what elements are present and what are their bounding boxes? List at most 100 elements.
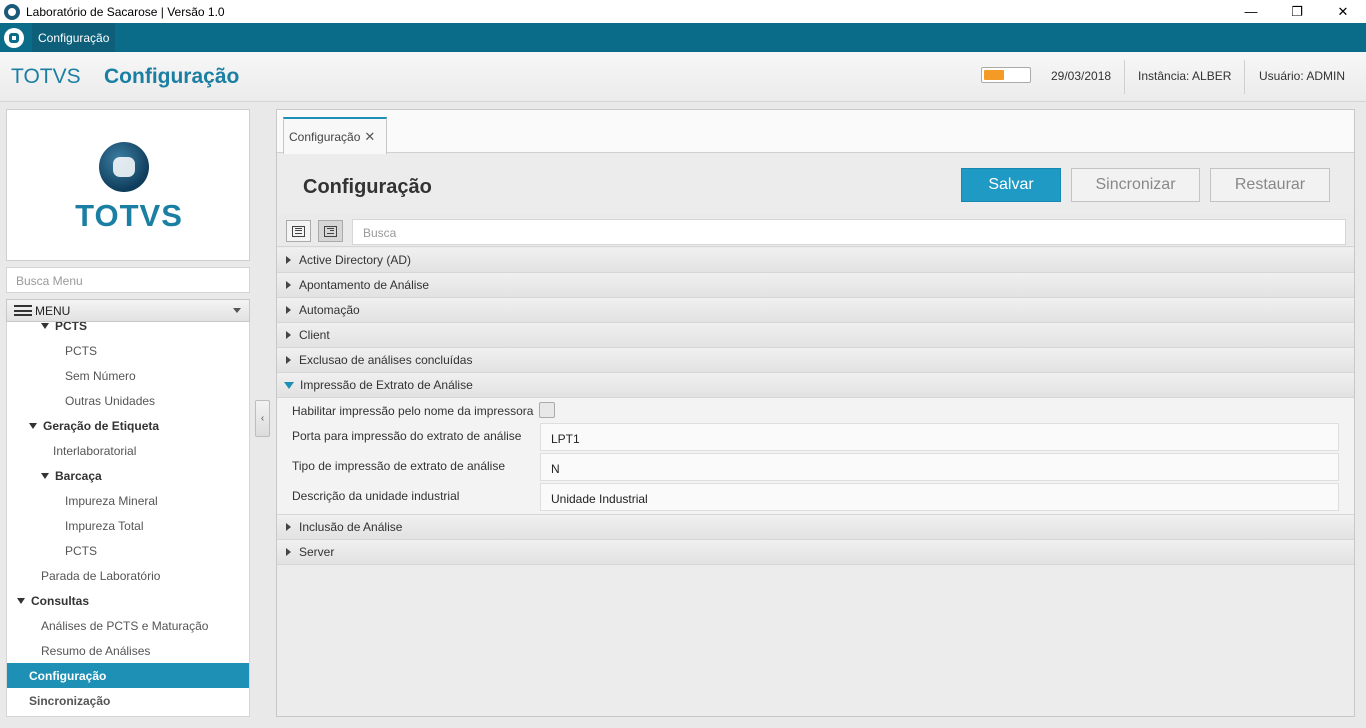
menu-search-input[interactable]: Busca Menu [6,267,250,293]
caret-right-icon [286,356,291,364]
menu-label: MENU [35,303,71,318]
print-by-name-checkbox[interactable] [539,402,555,418]
sidebar-item-label: Impureza Total [65,518,144,533]
industrial-unit-input[interactable]: Unidade Industrial [540,483,1339,511]
sidebar-item[interactable]: Resumo de Análises [7,638,249,663]
print-type-input[interactable]: N [540,453,1339,481]
sidebar-item[interactable]: PCTS [7,538,249,563]
config-section[interactable]: Server [277,540,1354,565]
config-search-input[interactable]: Busca [352,219,1346,245]
tree-view-button[interactable] [318,220,343,242]
progress-bar [981,67,1031,83]
sidebar-item-label: Consultas [31,593,90,608]
save-button[interactable]: Salvar [961,168,1061,202]
sidebar-item-label: Barcaça [55,468,102,483]
sidebar-item-label: Resumo de Análises [41,643,151,658]
caret-right-icon [286,256,291,264]
sidebar-item[interactable]: Geração de Etiqueta [7,413,249,438]
sidebar-item-label: Parada de Laboratório [41,568,161,583]
caret-down-icon [284,381,294,389]
sync-button[interactable]: Sincronizar [1071,168,1200,202]
sidebar-item[interactable]: Sem Número [7,363,249,388]
instance-label: Instância: ALBER [1138,69,1232,83]
section-label: Exclusao de análises concluídas [299,353,473,367]
totvs-logo-icon[interactable] [4,27,24,48]
tab-strip: Configuração ✕ [277,110,1354,154]
config-toolbar: Busca [277,214,1354,247]
sidebar-item[interactable]: Outras Unidades [7,388,249,413]
sidebar-item-label: Análises de PCTS e Maturação [41,618,209,633]
close-icon[interactable]: ✕ [364,129,375,145]
sidebar-item-label: Impureza Mineral [65,493,158,508]
collapse-sidebar-button[interactable]: ‹ [255,400,270,437]
sidebar-item[interactable]: PCTS [7,338,249,363]
menu-header[interactable]: MENU [6,299,250,322]
caret-right-icon [286,523,291,531]
sidebar-item[interactable]: Impureza Mineral [7,488,249,513]
main-panel: Configuração ✕ Configuração Salvar Sincr… [276,109,1355,717]
print-type-label: Tipo de impressão de extrato de análise [292,459,506,473]
sidebar-item[interactable]: PCTS [7,322,249,338]
menu-tree: PCTS PCTS Sem Número Outras Unidades Geração… [6,322,250,717]
port-label: Porta para impressão do extrato de análi… [292,429,522,443]
expand-triangle-icon[interactable] [41,472,49,479]
config-section[interactable]: Active Directory (AD) [277,248,1354,273]
section-label: Client [299,328,330,342]
section-label: Impressão de Extrato de Análise [300,378,473,392]
sidebar-item-label: Sem Número [65,368,136,383]
section-label: Inclusão de Análise [299,520,403,534]
sidebar-item-label: Outras Unidades [65,393,156,408]
caret-right-icon [286,306,291,314]
current-date: 29/03/2018 [1051,69,1112,83]
brand-name: TOTVS [11,65,81,88]
sidebar-item-label: PCTS [55,322,88,333]
window-titlebar: Laboratório de Sacarose | Versão 1.0 — ❐… [0,0,1366,23]
indent-list-icon [324,225,337,237]
config-section[interactable]: Apontamento de Análise [277,273,1354,298]
list-view-button[interactable] [286,220,311,242]
port-input[interactable]: LPT1 [540,423,1339,451]
section-label: Apontamento de Análise [299,278,430,292]
expand-triangle-icon[interactable] [17,597,25,604]
section-label: Active Directory (AD) [299,253,412,267]
sidebar-item[interactable]: Barcaça [7,463,249,488]
config-section[interactable]: Client [277,323,1354,348]
sidebar-item-label: Geração de Etiqueta [43,418,160,433]
config-section[interactable]: Automação [277,298,1354,323]
config-section[interactable]: Impressão de Extrato de Análise [277,373,1354,398]
restore-button[interactable]: Restaurar [1210,168,1330,202]
expand-triangle-icon[interactable] [29,422,37,429]
config-section[interactable]: Exclusao de análises concluídas [277,348,1354,373]
page-header: TOTVS Configuração 29/03/2018 Instância:… [0,52,1366,102]
sidebar-item[interactable]: Sincronização [7,688,249,713]
sidebar-item-label: PCTS [65,543,98,558]
expand-triangle-icon[interactable] [41,322,49,329]
minimize-button[interactable]: — [1228,0,1274,23]
close-button[interactable]: ✕ [1320,0,1366,23]
app-icon [4,3,20,20]
caret-right-icon [286,331,291,339]
user-label: Usuário: ADMIN [1259,69,1346,83]
restore-button[interactable]: ❐ [1274,0,1320,23]
progress-fill [984,70,1004,80]
sidebar-item[interactable]: Consultas [7,588,249,613]
window-controls: — ❐ ✕ [1228,0,1366,23]
sidebar-item-label: Interlaboratorial [53,443,137,458]
sidebar: TOTVS Busca Menu MENU PCTS PCTS Sem Número… [6,109,250,717]
tab-label: Configuração [289,129,361,144]
menubar-tab-configuracao[interactable]: Configuração [32,23,116,52]
section-label: Automação [299,303,360,317]
sidebar-item[interactable]: Parada de Laboratório [7,563,249,588]
chevron-down-icon[interactable] [233,308,241,313]
app-menubar: Configuração [0,23,1366,52]
sidebar-item[interactable]: Análises de PCTS e Maturação [7,613,249,638]
sidebar-item[interactable]: Interlaboratorial [7,438,249,463]
caret-right-icon [286,548,291,556]
window-title: Laboratório de Sacarose | Versão 1.0 [26,4,225,19]
config-section[interactable]: Inclusão de Análise [277,515,1354,540]
tab-configuracao[interactable]: Configuração ✕ [283,117,387,154]
sidebar-item[interactable]: Configuração [7,663,249,688]
sidebar-item[interactable]: Impureza Total [7,513,249,538]
print-by-name-label: Habilitar impressão pelo nome da impress… [292,404,534,418]
logo-text: TOTVS [75,198,183,233]
